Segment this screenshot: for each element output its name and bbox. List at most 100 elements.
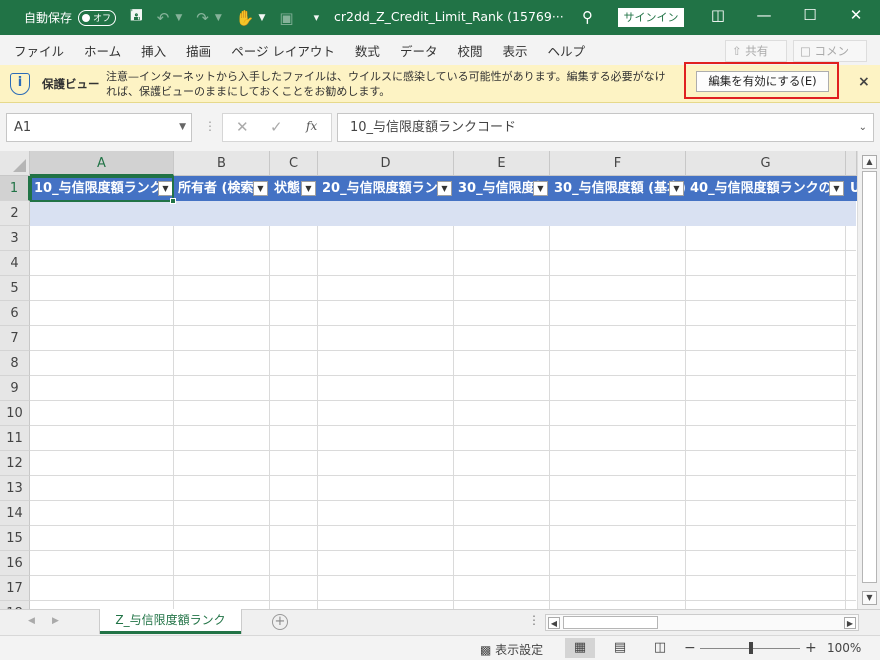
column-header-h[interactable] <box>846 151 857 176</box>
header-cell-a[interactable]: 10_与信限度額ランクコード <box>30 176 173 201</box>
zoom-slider-thumb[interactable] <box>749 642 753 654</box>
row-header-10[interactable]: 10 <box>0 401 30 426</box>
tab-help[interactable]: ヘルプ <box>547 41 585 60</box>
header-cell-h[interactable]: U <box>846 176 857 201</box>
sheet-tab-active[interactable]: Z_与信限度額ランク <box>100 609 241 634</box>
header-cell-d[interactable]: 20_与信限度額ランク <box>318 176 453 201</box>
scroll-right-icon[interactable]: ▶ <box>844 617 856 629</box>
share-button[interactable]: ⇧ 共有 <box>725 40 787 62</box>
cancel-icon[interactable]: ✕ <box>236 118 249 136</box>
row-header-13[interactable]: 13 <box>0 476 30 501</box>
zoom-level[interactable]: 100% <box>827 641 861 655</box>
prev-sheet-icon[interactable]: ◀ <box>28 616 35 626</box>
redo-icon[interactable]: ↷ <box>196 9 209 27</box>
page-break-view-icon[interactable]: ◫ <box>645 638 675 658</box>
tab-splitter-icon[interactable]: ⋮ <box>528 613 540 627</box>
tab-home[interactable]: ホーム <box>84 41 121 60</box>
save-icon[interactable]: 🖪 <box>130 5 143 30</box>
header-cell-g[interactable]: 40_与信限度額ランクの <box>686 176 845 201</box>
fill-handle[interactable] <box>170 198 176 204</box>
tab-formulas[interactable]: 数式 <box>355 41 380 60</box>
column-header-f[interactable]: F <box>550 151 686 176</box>
tab-insert[interactable]: 挿入 <box>141 41 166 60</box>
filter-dropdown-icon[interactable]: ▼ <box>301 181 316 196</box>
close-window-icon[interactable]: ✕ <box>844 6 868 24</box>
column-header-b[interactable]: B <box>174 151 270 176</box>
maximize-icon[interactable]: ☐ <box>798 6 822 24</box>
row-header-4[interactable]: 4 <box>0 251 30 276</box>
search-icon[interactable]: ⚲ <box>582 8 593 26</box>
scroll-down-icon[interactable]: ▼ <box>862 591 877 605</box>
tab-view[interactable]: 表示 <box>502 41 527 60</box>
filter-dropdown-icon[interactable]: ▼ <box>669 181 684 196</box>
zoom-in-button[interactable]: + <box>805 640 817 656</box>
filter-dropdown-icon[interactable]: ▼ <box>158 181 173 196</box>
display-settings-button[interactable]: ▩ 表示設定 <box>480 641 543 658</box>
row-header-7[interactable]: 7 <box>0 326 30 351</box>
row-header-5[interactable]: 5 <box>0 276 30 301</box>
tab-review[interactable]: 校閲 <box>457 41 482 60</box>
row-header-17[interactable]: 17 <box>0 576 30 601</box>
customize-toolbar-icon[interactable]: ▾ <box>314 11 320 24</box>
touch-mode-dropdown-icon[interactable]: ▼ <box>258 13 265 23</box>
scroll-left-icon[interactable]: ◀ <box>548 617 560 629</box>
select-all-button[interactable] <box>0 151 30 176</box>
row-header-11[interactable]: 11 <box>0 426 30 451</box>
zoom-out-button[interactable]: − <box>684 640 696 656</box>
comments-button[interactable]: □ コメント <box>793 40 867 78</box>
header-cell-f[interactable]: 30_与信限度額 (基本) <box>550 176 685 201</box>
enable-editing-button[interactable]: 編集を有効にする(E) <box>696 71 829 92</box>
row-header-8[interactable]: 8 <box>0 351 30 376</box>
filter-dropdown-icon[interactable]: ▼ <box>533 181 548 196</box>
column-header-a[interactable]: A <box>30 151 174 176</box>
row-header-1[interactable]: 1 <box>0 176 30 201</box>
undo-dropdown-icon[interactable]: ▼ <box>175 13 182 23</box>
formula-input[interactable]: 10_与信限度額ランクコード ⌄ <box>337 113 874 142</box>
cell-area[interactable] <box>30 176 856 609</box>
more-options-icon[interactable]: ⋮ <box>204 119 216 133</box>
row-header-3[interactable]: 3 <box>0 226 30 251</box>
horizontal-scroll-thumb[interactable] <box>563 616 658 629</box>
expand-formula-icon[interactable]: ⌄ <box>859 114 867 141</box>
row-header-2[interactable]: 2 <box>0 201 30 226</box>
name-box[interactable]: A1 ▼ <box>6 113 192 142</box>
check-icon[interactable]: ✓ <box>270 118 283 136</box>
ribbon-display-options-icon[interactable]: ◫ <box>706 6 730 24</box>
filter-dropdown-icon[interactable]: ▼ <box>829 181 844 196</box>
worksheet-grid[interactable]: A B C D E F G 10_与信限度額ランクコード ▼ 所有者 (検索) … <box>0 151 880 609</box>
signin-button[interactable]: サインイン <box>618 8 684 27</box>
tab-page-layout[interactable]: ページ レイアウト <box>231 41 335 60</box>
row-header-9[interactable]: 9 <box>0 376 30 401</box>
autosave-toggle[interactable]: オフ <box>78 9 117 26</box>
row-header-15[interactable]: 15 <box>0 526 30 551</box>
redo-dropdown-icon[interactable]: ▼ <box>215 13 222 23</box>
add-sheet-icon[interactable]: + <box>272 614 288 630</box>
column-header-c[interactable]: C <box>270 151 318 176</box>
row-header-16[interactable]: 16 <box>0 551 30 576</box>
row-header-12[interactable]: 12 <box>0 451 30 476</box>
row-header-6[interactable]: 6 <box>0 301 30 326</box>
next-sheet-icon[interactable]: ▶ <box>52 616 59 626</box>
row-header-14[interactable]: 14 <box>0 501 30 526</box>
tab-data[interactable]: データ <box>400 41 438 60</box>
vertical-scroll-thumb[interactable] <box>862 171 877 583</box>
close-icon[interactable]: × <box>858 74 870 90</box>
scroll-up-icon[interactable]: ▲ <box>862 155 877 169</box>
minimize-icon[interactable]: — <box>752 6 776 24</box>
column-header-g[interactable]: G <box>686 151 846 176</box>
print-preview-icon[interactable]: ▣ <box>279 9 293 27</box>
normal-view-icon[interactable]: ▦ <box>565 638 595 658</box>
vertical-scrollbar[interactable]: ▲ ▼ <box>857 151 880 609</box>
horizontal-scrollbar[interactable]: ◀ ▶ <box>545 614 859 631</box>
undo-icon[interactable]: ↶ <box>157 9 170 27</box>
insert-function-icon[interactable]: fx <box>306 119 317 133</box>
column-header-e[interactable]: E <box>454 151 550 176</box>
touch-mode-icon[interactable]: ✋ <box>236 9 255 27</box>
filter-dropdown-icon[interactable]: ▼ <box>437 181 452 196</box>
filter-dropdown-icon[interactable]: ▼ <box>253 181 268 196</box>
page-layout-view-icon[interactable]: ▤ <box>605 638 635 658</box>
tab-draw[interactable]: 描画 <box>186 41 211 60</box>
chevron-down-icon[interactable]: ▼ <box>179 114 186 141</box>
row-header-18[interactable]: 18 <box>0 601 30 609</box>
tab-file[interactable]: ファイル <box>14 41 64 60</box>
